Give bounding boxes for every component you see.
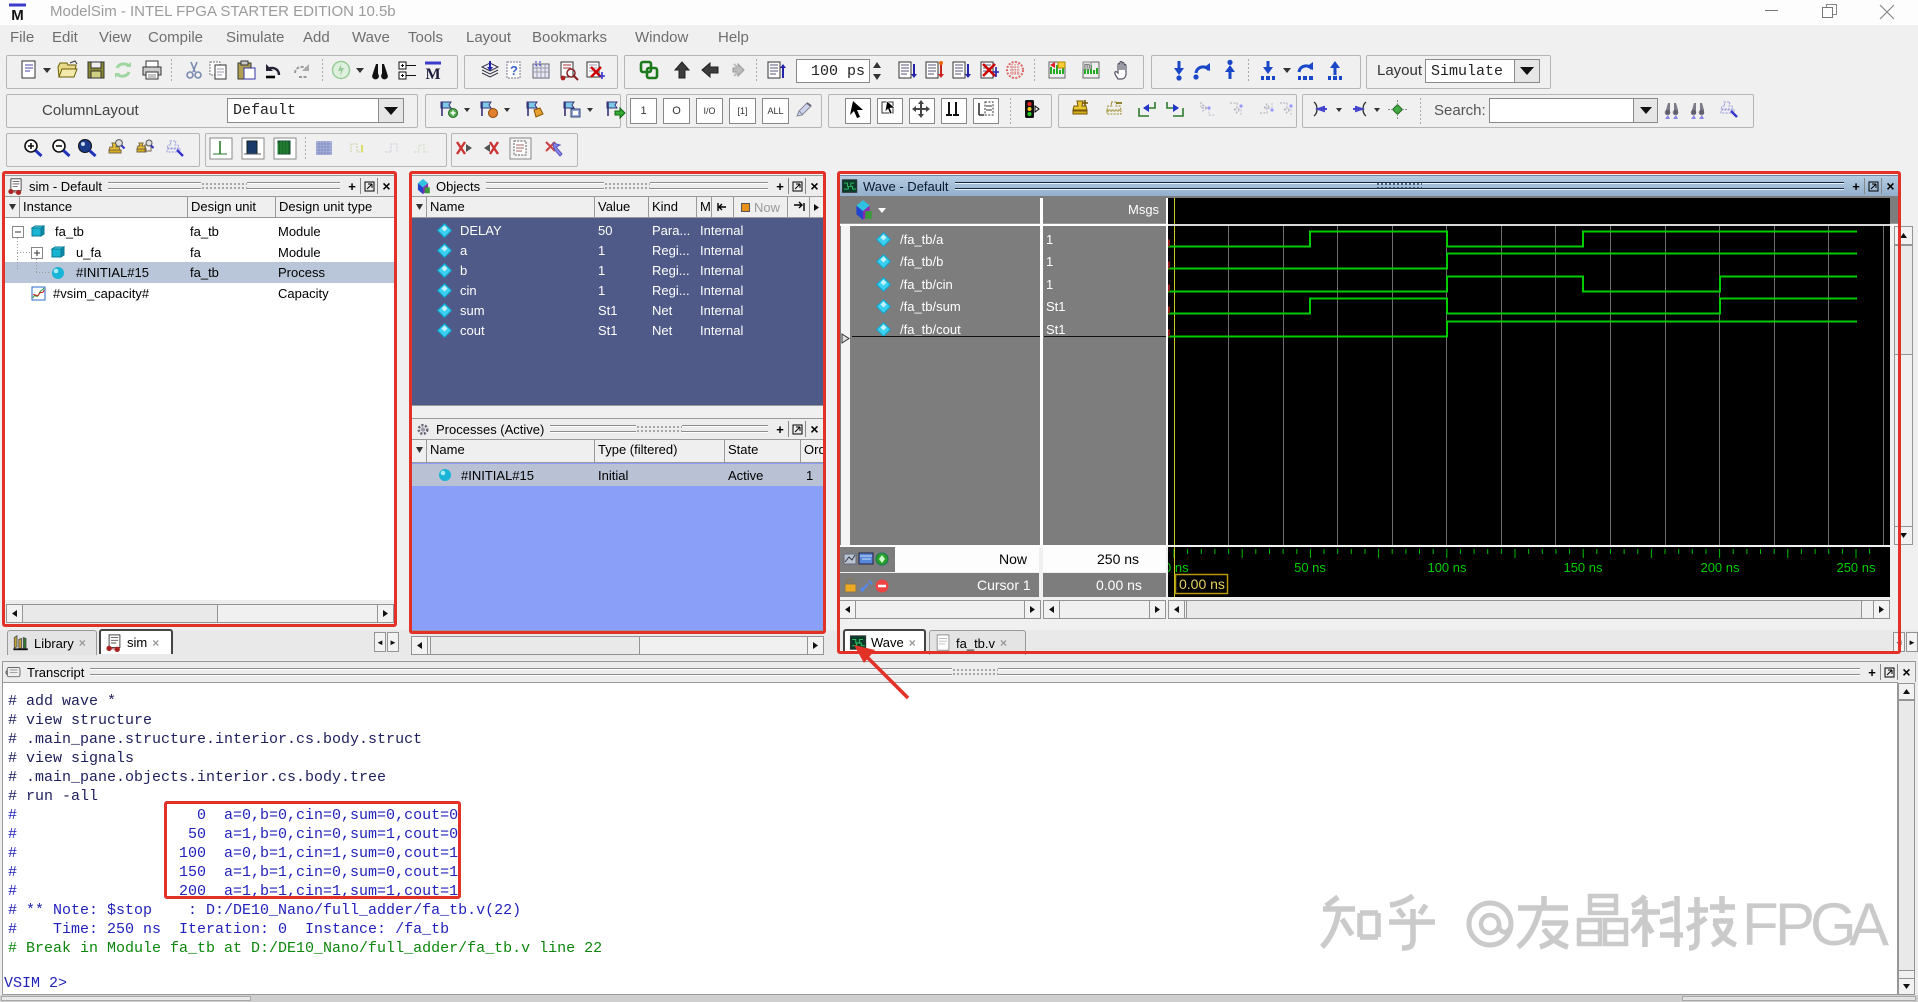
svg-text:?: ? [510, 63, 518, 78]
svg-text:M: M [425, 66, 440, 83]
svg-text:F: F [1742, 893, 1779, 955]
svg-text:m: m [1084, 63, 1090, 70]
svg-text:M: M [11, 7, 24, 22]
svg-text:A: A [1849, 893, 1889, 955]
